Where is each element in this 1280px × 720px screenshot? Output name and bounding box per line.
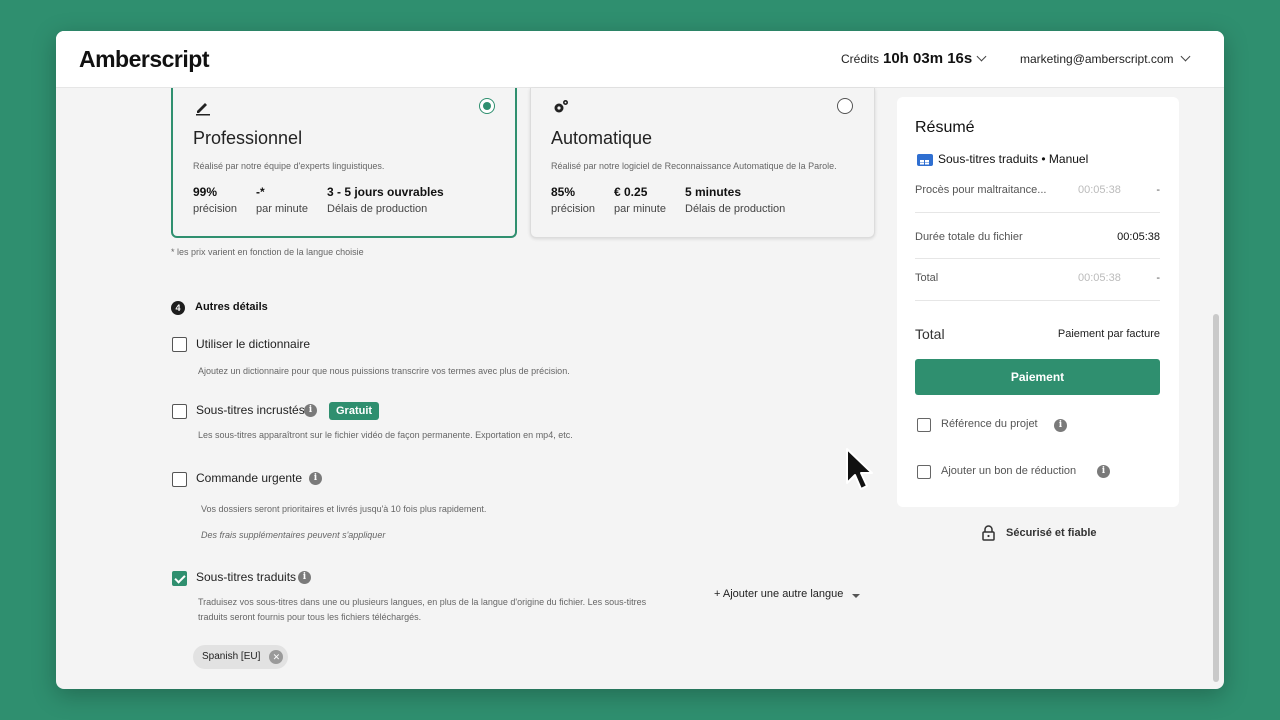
step-number-badge: 4 (171, 301, 185, 315)
top-bar: Amberscript Crédits 10h 03m 16s marketin… (56, 31, 1224, 88)
project-reference-label[interactable]: Référence du projet (941, 418, 1038, 430)
discount-label[interactable]: Ajouter un bon de réduction (941, 465, 1076, 477)
price-value: € 0.25 (614, 185, 648, 199)
total-duration-value: 00:05:38 (1117, 231, 1160, 243)
file-price: - (1156, 184, 1160, 196)
remove-language-icon[interactable]: ✕ (269, 650, 284, 664)
subtotal-price: - (1156, 272, 1160, 284)
payment-method: Paiement par facture (1057, 328, 1160, 340)
file-name: Procès pour maltraitance... (915, 184, 1047, 196)
burned-subtitles-label[interactable]: Sous-titres incrustés (196, 403, 305, 417)
urgent-order-description: Vos dossiers seront prioritaires et livr… (201, 504, 487, 514)
burned-subtitles-description: Les sous-titres apparaîtront sur le fich… (198, 430, 573, 440)
summary-service: Sous-titres traduits • Manuel (938, 152, 1089, 166)
plan-radio-professional[interactable] (479, 98, 495, 114)
add-language-caret-icon[interactable] (852, 594, 860, 598)
summary-title: Résumé (915, 119, 975, 136)
project-reference-checkbox[interactable] (917, 418, 931, 432)
price-note: * les prix varient en fonction de la lan… (171, 247, 364, 257)
plan-card-automatic[interactable]: Automatique Réalisé par notre logiciel d… (530, 88, 875, 238)
logo[interactable]: Amberscript (79, 46, 209, 73)
translated-subtitles-description-line2: traduits seront fournis pour tous les fi… (198, 612, 422, 622)
divider (915, 300, 1160, 301)
accuracy-label: précision (193, 203, 238, 215)
discount-info-icon[interactable]: i (1097, 465, 1110, 478)
turnaround-value: 3 - 5 jours ouvrables (327, 185, 444, 199)
user-email[interactable]: marketing@amberscript.com (1020, 52, 1174, 66)
plan-title: Automatique (551, 128, 653, 148)
add-language-button[interactable]: + Ajouter une autre langue (714, 588, 843, 600)
mouse-cursor-icon (846, 448, 873, 490)
lock-icon (982, 525, 995, 541)
credits-chevron-down-icon[interactable] (976, 51, 987, 62)
plan-title: Professionnel (193, 128, 303, 148)
translated-subtitles-description-line1: Traduisez vos sous-titres dans une ou pl… (198, 597, 647, 607)
payment-button[interactable]: Paiement (915, 359, 1160, 395)
divider (915, 212, 1160, 213)
urgent-order-label[interactable]: Commande urgente (196, 471, 302, 485)
dictionary-description: Ajoutez un dictionnaire pour que nous pu… (198, 366, 570, 376)
plan-description: Réalisé par notre logiciel de Reconnaiss… (551, 161, 837, 171)
price-value: -* (256, 185, 265, 199)
file-duration: 00:05:38 (1078, 184, 1121, 196)
burned-subtitles-checkbox[interactable] (172, 404, 187, 419)
subtitles-icon (917, 154, 933, 166)
accuracy-value: 85% (551, 185, 576, 199)
price-label: par minute (256, 203, 308, 215)
section-title: Autres détails (195, 301, 268, 313)
discount-checkbox[interactable] (917, 465, 931, 479)
turnaround-label: Délais de production (685, 203, 786, 215)
language-chip: Spanish [EU] ✕ (193, 645, 289, 669)
translated-subtitles-info-icon[interactable]: i (298, 571, 311, 584)
subtotal-label: Total (915, 272, 939, 284)
translated-subtitles-checkbox[interactable] (172, 571, 187, 586)
pen-icon (196, 103, 210, 116)
project-reference-info-icon[interactable]: i (1054, 419, 1067, 432)
account-chevron-down-icon[interactable] (1180, 51, 1191, 62)
credits-value[interactable]: 10h 03m 16s (883, 50, 972, 67)
plan-radio-automatic[interactable] (837, 98, 853, 114)
urgent-order-checkbox[interactable] (172, 472, 187, 487)
price-label: par minute (614, 203, 666, 215)
secure-label: Sécurisé et fiable (1006, 527, 1097, 539)
turnaround-value: 5 minutes (685, 185, 742, 199)
burned-subtitles-info-icon[interactable]: i (304, 404, 317, 417)
app-window: Amberscript Crédits 10h 03m 16s marketin… (56, 31, 1224, 689)
summary-panel: Résumé Sous-titres traduits • Manuel Pro… (897, 97, 1179, 507)
scrollbar-thumb[interactable] (1213, 314, 1219, 682)
urgent-order-info-icon[interactable]: i (309, 472, 322, 485)
urgent-order-fee-note: Des frais supplémentaires peuvent s'appl… (201, 530, 386, 540)
credits-label: Crédits (841, 52, 880, 66)
gears-icon (554, 100, 568, 113)
language-chip-label: Spanish [EU] (202, 651, 261, 662)
free-badge: Gratuit (329, 402, 380, 420)
total-label: Total (915, 326, 945, 342)
dictionary-label[interactable]: Utiliser le dictionnaire (196, 337, 310, 351)
turnaround-label: Délais de production (327, 203, 428, 215)
accuracy-label: précision (551, 203, 596, 215)
dictionary-checkbox[interactable] (172, 337, 187, 352)
accuracy-value: 99% (193, 185, 218, 199)
divider (915, 258, 1160, 259)
plan-card-professional[interactable]: Professionnel Réalisé par notre équipe d… (171, 88, 517, 238)
total-duration-label: Durée totale du fichier (915, 231, 1023, 243)
translated-subtitles-label[interactable]: Sous-titres traduits (196, 570, 296, 584)
subtotal-duration: 00:05:38 (1078, 272, 1121, 284)
plan-description: Réalisé par notre équipe d'experts lingu… (193, 161, 385, 171)
